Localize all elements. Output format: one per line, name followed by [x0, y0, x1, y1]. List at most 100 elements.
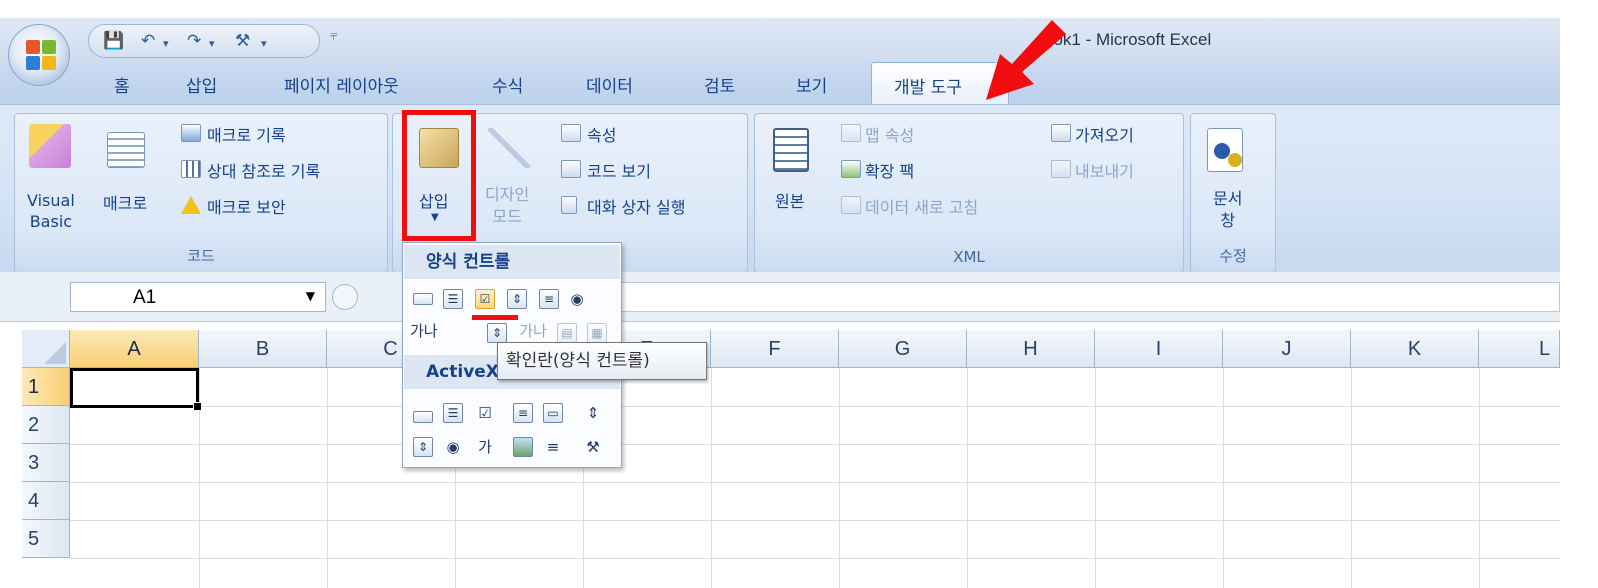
- form-controls-header: 양식 컨트롤: [404, 245, 620, 279]
- expansion-packs-button[interactable]: 확장 팩: [865, 158, 914, 182]
- checkbox-tooltip: 확인란(양식 컨트롤): [497, 342, 707, 380]
- row-header-4[interactable]: 4: [22, 482, 70, 520]
- form-option-button-icon[interactable]: ◉: [567, 289, 587, 309]
- column-header-h[interactable]: H: [967, 330, 1095, 368]
- run-dialog-button[interactable]: 대화 상자 실행: [587, 194, 686, 218]
- activex-list-box-icon[interactable]: ≡: [513, 403, 533, 423]
- select-all-button[interactable]: [22, 330, 70, 368]
- undo-icon[interactable]: ↶: [141, 31, 155, 51]
- activex-spin-button-icon[interactable]: ⇕: [413, 437, 433, 457]
- gear-icon: [1228, 153, 1242, 167]
- form-combo-list-icon[interactable]: ▦: [587, 323, 607, 343]
- column-header-i[interactable]: I: [1095, 330, 1223, 368]
- warning-icon: [181, 196, 201, 214]
- form-spin-button-icon[interactable]: ⇕: [507, 289, 527, 309]
- activex-option-button-icon[interactable]: ◉: [443, 437, 463, 457]
- relative-reference-icon: [181, 160, 201, 178]
- view-code-button[interactable]: 코드 보기: [587, 158, 651, 182]
- column-header-b[interactable]: B: [199, 330, 327, 368]
- activex-toggle-button-icon[interactable]: ≡: [543, 437, 563, 457]
- activex-more-controls-icon[interactable]: ⚒: [583, 437, 603, 457]
- grid-line: [70, 520, 1560, 521]
- form-group-box-icon[interactable]: 가나: [409, 321, 459, 341]
- tab-home[interactable]: 홈: [114, 72, 130, 97]
- tab-view[interactable]: 보기: [796, 72, 827, 97]
- tab-page-layout[interactable]: 페이지 레이아웃: [284, 72, 399, 97]
- grid-line: [1479, 368, 1480, 588]
- map-properties-button[interactable]: 맵 속성: [865, 122, 914, 146]
- row-header-2[interactable]: 2: [22, 406, 70, 444]
- activex-label-icon[interactable]: 가: [475, 437, 495, 457]
- properties-button[interactable]: 속성: [587, 122, 616, 146]
- office-button[interactable]: [8, 24, 70, 86]
- xml-source-button[interactable]: 원본: [775, 188, 804, 212]
- relative-reference-button[interactable]: 상대 참조로 기록: [207, 158, 320, 182]
- formula-bar-row: A1 ▼: [0, 272, 1560, 322]
- import-icon: [1051, 124, 1071, 142]
- activex-checkbox-icon[interactable]: ☑: [475, 403, 495, 423]
- tools-icon[interactable]: ⚒: [235, 31, 250, 51]
- column-header-l[interactable]: L: [1479, 330, 1560, 368]
- record-macro-button[interactable]: 매크로 기록: [207, 122, 286, 146]
- document-panel-icon: [1207, 128, 1243, 172]
- column-header-g[interactable]: G: [839, 330, 967, 368]
- form-scroll-bar-icon[interactable]: ⇕: [487, 323, 507, 343]
- refresh-data-icon: [841, 196, 861, 214]
- customize-qat-icon[interactable]: ⫧: [330, 28, 338, 44]
- activex-scroll-bar-icon[interactable]: ⇕: [583, 403, 603, 423]
- form-text-field-icon[interactable]: ▤: [557, 323, 577, 343]
- tools-dropdown-icon[interactable]: ▾: [261, 34, 267, 54]
- undo-dropdown-icon[interactable]: ▾: [163, 34, 169, 54]
- formula-expand-button[interactable]: [332, 284, 358, 310]
- macro-security-button[interactable]: 매크로 보안: [207, 194, 286, 218]
- grid-line: [967, 368, 968, 588]
- row-header-3[interactable]: 3: [22, 444, 70, 482]
- row-header-1[interactable]: 1: [22, 368, 70, 406]
- ribbon: Visual Basic 매크로 매크로 기록 상대 참조로 기록 매크로 보안…: [0, 104, 1560, 273]
- active-cell-a1[interactable]: [70, 368, 202, 411]
- save-icon[interactable]: 💾: [103, 31, 124, 51]
- activex-text-box-icon[interactable]: ▭: [543, 403, 563, 423]
- activex-combo-box-icon[interactable]: ☰: [443, 403, 463, 423]
- checkbox-red-underline: [472, 315, 518, 320]
- group-modify-label: 수정: [1219, 247, 1247, 265]
- form-button-icon[interactable]: [413, 293, 433, 305]
- tab-data[interactable]: 데이터: [586, 72, 633, 97]
- refresh-data-button[interactable]: 데이터 새로 고침: [865, 194, 978, 218]
- activex-button-icon[interactable]: [413, 411, 433, 423]
- insert-button-highlight: [402, 110, 476, 241]
- activex-image-icon[interactable]: [513, 437, 533, 457]
- row-header-5[interactable]: 5: [22, 520, 70, 558]
- column-header-j[interactable]: J: [1223, 330, 1351, 368]
- worksheet-grid[interactable]: A B C D E F G H I J K L 1 2 3 4 5: [0, 330, 1560, 588]
- visual-basic-button[interactable]: Visual Basic: [27, 190, 75, 232]
- visual-basic-icon: [29, 124, 71, 168]
- column-header-f[interactable]: F: [711, 330, 839, 368]
- document-panel-button[interactable]: 문서 창: [1213, 188, 1242, 232]
- redo-dropdown-icon[interactable]: ▾: [209, 34, 215, 54]
- properties-icon: [561, 124, 581, 142]
- form-list-box-icon[interactable]: ≡: [539, 289, 559, 309]
- name-box[interactable]: A1 ▼: [70, 282, 326, 312]
- tab-review[interactable]: 검토: [704, 72, 735, 97]
- column-header-k[interactable]: K: [1351, 330, 1479, 368]
- export-button[interactable]: 내보내기: [1075, 158, 1134, 182]
- import-button[interactable]: 가져오기: [1075, 122, 1134, 146]
- column-header-a[interactable]: A: [70, 330, 199, 368]
- design-mode-button[interactable]: 디자인 모드: [485, 184, 529, 228]
- tab-developer-label: 개발 도구: [894, 78, 962, 98]
- name-box-value: A1: [133, 287, 157, 308]
- formula-input[interactable]: [620, 282, 1560, 312]
- macros-button[interactable]: 매크로: [103, 190, 147, 214]
- group-code: Visual Basic 매크로 매크로 기록 상대 참조로 기록 매크로 보안…: [14, 113, 388, 273]
- form-combo-box-icon[interactable]: ☰: [443, 289, 463, 309]
- form-checkbox-icon[interactable]: ☑: [475, 289, 495, 309]
- group-code-label: 코드: [187, 247, 215, 265]
- grid-line: [70, 444, 1560, 445]
- redo-icon[interactable]: ↷: [187, 31, 201, 51]
- name-box-dropdown-icon[interactable]: ▼: [306, 289, 315, 303]
- tab-insert[interactable]: 삽입: [186, 72, 217, 97]
- tab-formulas[interactable]: 수식: [492, 72, 523, 97]
- form-label-icon[interactable]: 가나: [513, 321, 553, 341]
- red-arrow-shape: [986, 20, 1066, 100]
